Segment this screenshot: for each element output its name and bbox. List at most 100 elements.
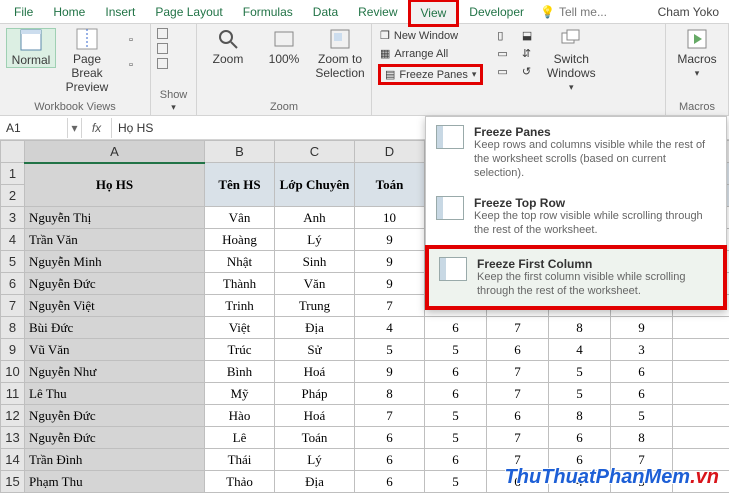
tab-data[interactable]: Data bbox=[303, 1, 348, 23]
tab-developer[interactable]: Developer bbox=[459, 1, 534, 23]
group-label-show[interactable]: Show ▾ bbox=[157, 87, 190, 113]
cell[interactable]: 6 bbox=[487, 405, 549, 427]
tab-file[interactable]: File bbox=[4, 1, 43, 23]
custom-views-button[interactable]: ▫ bbox=[118, 53, 144, 77]
cell[interactable]: 6 bbox=[487, 339, 549, 361]
cell[interactable]: 9 bbox=[355, 273, 425, 295]
cell[interactable]: 7 bbox=[487, 317, 549, 339]
macros-button[interactable]: Macros▾ bbox=[672, 28, 722, 79]
cell[interactable]: 7 bbox=[355, 295, 425, 317]
cell[interactable]: Lý bbox=[275, 449, 355, 471]
cell[interactable]: Phạm Thu bbox=[25, 471, 205, 493]
zoom-to-selection-button[interactable]: Zoom to Selection bbox=[315, 28, 365, 80]
cell[interactable]: Việt bbox=[205, 317, 275, 339]
cell[interactable]: Bình bbox=[205, 361, 275, 383]
cell[interactable]: Mỹ bbox=[205, 383, 275, 405]
col-header-c[interactable]: C bbox=[275, 141, 355, 163]
row-header[interactable]: 10 bbox=[1, 361, 25, 383]
cell[interactable]: 3 bbox=[611, 339, 673, 361]
cell[interactable]: Trúc bbox=[205, 339, 275, 361]
row-header[interactable]: 7 bbox=[1, 295, 25, 317]
name-box-dropdown[interactable]: ▾ bbox=[68, 118, 82, 138]
cell[interactable]: Thành bbox=[205, 273, 275, 295]
cell[interactable]: 5 bbox=[549, 383, 611, 405]
cell[interactable]: Nguyễn Như bbox=[25, 361, 205, 383]
tell-me[interactable]: 💡 Tell me... bbox=[540, 5, 607, 19]
cell[interactable]: 8 bbox=[355, 383, 425, 405]
tab-page-layout[interactable]: Page Layout bbox=[145, 1, 232, 23]
cell[interactable]: 5 bbox=[425, 471, 487, 493]
cell[interactable]: Sinh bbox=[275, 251, 355, 273]
user-name[interactable]: Cham Yoko bbox=[658, 5, 725, 19]
page-layout-button[interactable]: ▫ bbox=[118, 28, 144, 52]
cell[interactable]: Hoàng bbox=[205, 229, 275, 251]
cell[interactable]: Địa bbox=[275, 471, 355, 493]
cell[interactable]: Nguyễn Đức bbox=[25, 427, 205, 449]
cell[interactable]: Vân bbox=[205, 207, 275, 229]
cell[interactable]: Tên HS bbox=[205, 163, 275, 207]
tab-view[interactable]: View bbox=[408, 0, 460, 27]
cell[interactable]: 6 bbox=[355, 427, 425, 449]
cell[interactable]: 6 bbox=[425, 361, 487, 383]
cell[interactable]: Thái bbox=[205, 449, 275, 471]
row-header[interactable]: 13 bbox=[1, 427, 25, 449]
cell[interactable]: Pháp bbox=[275, 383, 355, 405]
row-header[interactable]: 9 bbox=[1, 339, 25, 361]
freeze-panes-option[interactable]: Freeze PanesKeep rows and columns visibl… bbox=[426, 117, 726, 188]
cell[interactable]: 9 bbox=[355, 251, 425, 273]
cell[interactable]: 9 bbox=[355, 229, 425, 251]
split-button[interactable]: ▯ bbox=[495, 28, 509, 43]
arrange-all-button[interactable]: ▦Arrange All bbox=[378, 46, 483, 61]
cell[interactable]: 6 bbox=[355, 449, 425, 471]
cell[interactable]: 4 bbox=[355, 317, 425, 339]
cell[interactable]: Bùi Đức bbox=[25, 317, 205, 339]
cell[interactable]: 9 bbox=[611, 317, 673, 339]
cell[interactable]: Lê bbox=[205, 427, 275, 449]
cell[interactable]: 6 bbox=[425, 383, 487, 405]
reset-position-button[interactable]: ↺ bbox=[520, 64, 534, 79]
row-header[interactable]: 15 bbox=[1, 471, 25, 493]
cell[interactable]: Văn bbox=[275, 273, 355, 295]
cell[interactable]: 6 bbox=[549, 427, 611, 449]
select-all-button[interactable] bbox=[1, 141, 25, 163]
cell[interactable]: 5 bbox=[549, 361, 611, 383]
cell[interactable]: 6 bbox=[425, 317, 487, 339]
cell[interactable]: Toán bbox=[275, 427, 355, 449]
row-header[interactable]: 12 bbox=[1, 405, 25, 427]
row-header[interactable]: 14 bbox=[1, 449, 25, 471]
cell[interactable]: Nhật bbox=[205, 251, 275, 273]
cell[interactable] bbox=[673, 427, 729, 449]
cell[interactable]: 9 bbox=[355, 361, 425, 383]
cell[interactable]: Trần Đình bbox=[25, 449, 205, 471]
cell[interactable]: 4 bbox=[549, 339, 611, 361]
row-header[interactable]: 5 bbox=[1, 251, 25, 273]
ruler-check[interactable] bbox=[157, 28, 168, 39]
cell[interactable]: Hoá bbox=[275, 405, 355, 427]
cell[interactable] bbox=[673, 361, 729, 383]
cell[interactable]: 7 bbox=[487, 427, 549, 449]
col-header-a[interactable]: A bbox=[25, 141, 205, 163]
cell[interactable]: Trung bbox=[275, 295, 355, 317]
cell[interactable]: 5 bbox=[611, 405, 673, 427]
cell[interactable]: 8 bbox=[549, 317, 611, 339]
side-by-side-button[interactable]: ⬓ bbox=[520, 28, 534, 43]
cell[interactable]: Hoá bbox=[275, 361, 355, 383]
cell[interactable]: Toán bbox=[355, 163, 425, 207]
cell[interactable]: 6 bbox=[611, 361, 673, 383]
name-box[interactable]: A1 bbox=[0, 118, 68, 138]
cell[interactable]: Họ HS bbox=[25, 163, 205, 207]
normal-view-button[interactable]: Normal bbox=[6, 28, 56, 68]
cell[interactable]: 7 bbox=[487, 383, 549, 405]
tab-home[interactable]: Home bbox=[43, 1, 95, 23]
row-header[interactable]: 3 bbox=[1, 207, 25, 229]
row-header[interactable]: 11 bbox=[1, 383, 25, 405]
cell[interactable]: Trinh bbox=[205, 295, 275, 317]
sync-scroll-button[interactable]: ⇵ bbox=[520, 46, 534, 61]
row-header[interactable]: 4 bbox=[1, 229, 25, 251]
cell[interactable] bbox=[673, 383, 729, 405]
cell[interactable] bbox=[673, 405, 729, 427]
row-header[interactable]: 6 bbox=[1, 273, 25, 295]
gridlines-check[interactable] bbox=[157, 43, 168, 54]
cell[interactable]: 7 bbox=[355, 405, 425, 427]
cell[interactable]: Nguyễn Thị bbox=[25, 207, 205, 229]
